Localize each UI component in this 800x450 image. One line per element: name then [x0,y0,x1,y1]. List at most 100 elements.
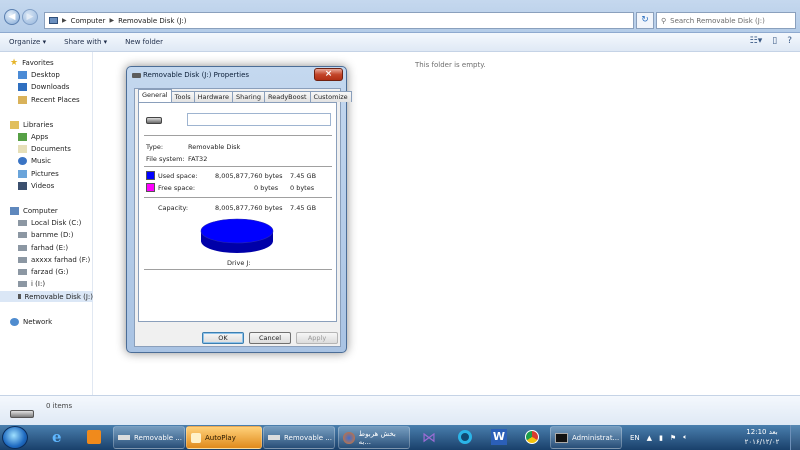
show-hidden-icons-icon[interactable]: ▲ [647,434,652,442]
share-with-button[interactable]: Share with ▾ [55,38,116,46]
hard-drive-icon [18,231,27,238]
tab-customize[interactable]: Customize [309,91,352,102]
file-system-value: FAT32 [188,155,208,163]
view-options-icon[interactable]: ☷▾ [750,36,763,46]
forward-button[interactable]: ▶ [22,9,38,25]
free-space-gb: 0 bytes [290,184,315,192]
new-folder-button[interactable]: New folder [116,38,172,46]
nav-videos[interactable]: Videos [18,180,54,191]
removable-drive-icon [146,117,162,124]
search-icon: ⚲ [661,16,667,25]
nav-desktop[interactable]: Desktop [18,69,60,80]
help-icon[interactable]: ? [787,36,792,46]
taskbar-task-autoplay[interactable]: AutoPlay [186,426,262,449]
flag-icon[interactable]: ⚑ [670,434,676,442]
ok-button[interactable]: OK [202,332,244,344]
firefox-icon [343,431,355,444]
videos-icon [18,181,27,190]
network-icon [10,317,19,326]
apply-button[interactable]: Apply [296,332,338,344]
nav-computer[interactable]: Computer [10,205,58,216]
tab-readyboost[interactable]: ReadyBoost [263,91,311,102]
tab-strip: General Tools Hardware Sharing ReadyBoos… [138,89,352,102]
details-pane: 0 items [0,395,800,425]
removable-drive-icon [118,435,130,440]
nav-favorites[interactable]: ★ Favorites [10,57,54,68]
nav-music[interactable]: Music [18,155,51,166]
tab-tools[interactable]: Tools [170,91,195,102]
address-bar[interactable]: ▶ Computer ▶ Removable Disk (J:) [44,12,634,29]
used-space-bytes: 8,005,877,760 bytes [215,172,283,180]
nav-drive-j[interactable]: Removable Disk (J:) [0,291,93,302]
internet-explorer-icon[interactable]: e [46,427,74,448]
cancel-button[interactable]: Cancel [249,332,291,344]
dialog-title: Removable Disk (J:) Properties [143,71,250,79]
taskbar: e Removable ... AutoPlay Removable ... ب… [0,425,800,450]
back-button[interactable]: ◀ [4,9,20,25]
used-space-swatch [146,171,155,180]
breadcrumb-removable-disk[interactable]: Removable Disk (J:) [118,17,186,25]
taskbar-task-cmd[interactable]: Administrat... [550,426,622,449]
nav-drive-f[interactable]: axxxx farhad (F:) [18,254,90,265]
nav-documents[interactable]: Documents [18,143,71,154]
recent-places-icon [18,95,27,104]
empty-folder-message: This folder is empty. [415,61,486,69]
volume-name-input[interactable] [187,113,331,126]
breadcrumb-computer[interactable]: Computer [71,17,106,25]
media-player-icon[interactable] [80,427,108,448]
tab-general[interactable]: General [138,89,172,102]
chrome-icon[interactable] [518,427,546,448]
search-input[interactable]: ⚲ Search Removable Disk (J:) [656,12,796,29]
network-icon[interactable]: ▮ [659,434,663,442]
word-icon[interactable]: W [485,427,513,448]
removable-drive-icon [18,294,21,299]
taskbar-task-firefox[interactable]: بخش هربوط به... [338,426,410,449]
command-prompt-icon [555,432,568,443]
nav-recent-places[interactable]: Recent Places [18,94,80,105]
taskbar-task-removable-2[interactable]: Removable ... [263,426,335,449]
app-icon[interactable] [451,427,479,448]
language-indicator[interactable]: EN [630,434,640,442]
tab-hardware[interactable]: Hardware [193,91,234,102]
chevron-right-icon: ▶ [109,17,115,24]
nav-downloads[interactable]: Downloads [18,81,69,92]
hard-drive-icon [18,219,27,226]
tab-sharing[interactable]: Sharing [232,91,265,102]
libraries-icon [10,120,19,129]
music-icon [18,156,27,165]
drive-label: Drive J: [227,259,251,267]
visual-studio-icon[interactable]: ⋈ [416,427,444,448]
volume-icon[interactable]: 🔈︎ [683,433,687,442]
command-bar: Organize ▾ Share with ▾ New folder ☷▾ ▯ … [0,33,800,52]
downloads-icon [18,82,27,91]
star-icon: ★ [10,57,19,68]
nav-drive-c[interactable]: Local Disk (C:) [18,217,81,228]
properties-dialog: Removable Disk (J:) Properties × General… [126,66,352,353]
refresh-button[interactable]: ↻ [636,12,654,29]
taskbar-task-removable-1[interactable]: Removable ... [113,426,185,449]
nav-drive-d[interactable]: barnme (D:) [18,229,74,240]
nav-drive-e[interactable]: farhad (E:) [18,242,68,253]
hard-drive-icon [18,280,27,287]
free-space-label: Free space: [158,184,196,192]
pie-used-slice [200,218,274,244]
disk-usage-pie [200,218,274,253]
free-space-bytes: 0 bytes [254,184,279,192]
nav-libraries[interactable]: Libraries [10,119,53,130]
nav-drive-i[interactable]: i (I:) [18,278,45,289]
nav-drive-g[interactable]: farzad (G:) [18,266,69,277]
clock[interactable]: 12:10 بعد ۲۰۱۶/۱۲/۰۲ [740,427,784,447]
apps-icon [18,132,27,141]
removable-drive-icon [268,435,280,440]
organize-button[interactable]: Organize ▾ [0,38,55,46]
nav-apps[interactable]: Apps [18,131,48,142]
nav-pictures[interactable]: Pictures [18,168,59,179]
nav-network[interactable]: Network [10,316,52,327]
capacity-bytes: 8,005,877,760 bytes [215,204,283,212]
autoplay-icon [191,432,201,443]
preview-pane-icon[interactable]: ▯ [772,36,777,46]
hard-drive-icon [18,268,27,275]
close-button[interactable]: × [314,68,343,81]
show-desktop-button[interactable] [790,425,800,450]
start-button[interactable] [2,426,28,449]
